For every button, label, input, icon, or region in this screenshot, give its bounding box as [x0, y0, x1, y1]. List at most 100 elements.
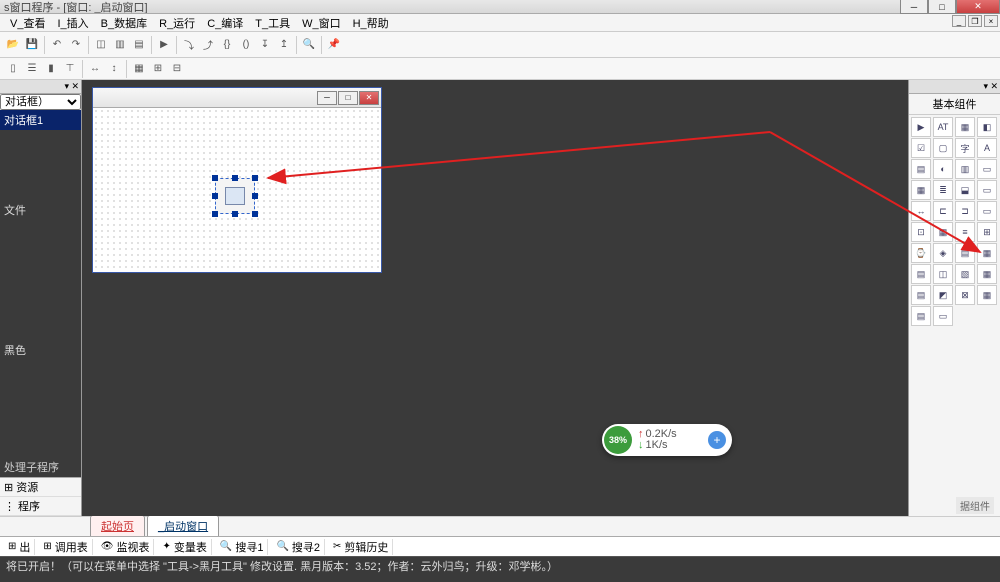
palette-item-11[interactable]: ▭ — [977, 159, 997, 179]
form-max-icon[interactable]: □ — [338, 91, 358, 105]
resize-handle-nw[interactable] — [212, 175, 218, 181]
layout2-icon[interactable]: ▥ — [111, 36, 129, 54]
tab-startup-window[interactable]: _启动窗口 — [147, 515, 219, 536]
menu-view[interactable]: V_查看 — [4, 15, 51, 31]
close-button[interactable]: ✕ — [956, 0, 1000, 14]
palette-item-29[interactable]: ◫ — [933, 264, 953, 284]
bt-watch[interactable]: 👁监视表 — [97, 539, 155, 555]
palette-item-20[interactable]: ⊡ — [911, 222, 931, 242]
palette-item-34[interactable]: ⊠ — [955, 285, 975, 305]
grid1-icon[interactable]: ▦ — [130, 60, 148, 78]
find-icon[interactable]: 🔍 — [300, 36, 318, 54]
mdi-min-icon[interactable]: _ — [952, 15, 966, 27]
step4-icon[interactable]: () — [237, 36, 255, 54]
palette-item-6[interactable]: 字 — [955, 138, 975, 158]
grid2-icon[interactable]: ⊞ — [149, 60, 167, 78]
proc-label[interactable]: 处理子程序 — [0, 457, 81, 477]
bt-output[interactable]: ⊞出 — [4, 539, 35, 555]
palette-item-8[interactable]: ▤ — [911, 159, 931, 179]
palette-item-24[interactable]: ⌚ — [911, 243, 931, 263]
palette-item-27[interactable]: ▦ — [977, 243, 997, 263]
dist-v-icon[interactable]: ↕ — [105, 60, 123, 78]
bt-vars[interactable]: ✦变量表 — [158, 539, 211, 555]
object-tree[interactable]: 对话框1 文件 黑色 — [0, 110, 81, 457]
bt-cliphist[interactable]: ✂剪辑历史 — [329, 539, 393, 555]
run-icon[interactable]: ▶ — [155, 36, 173, 54]
tab-start[interactable]: 起始页 — [90, 515, 145, 536]
menu-database[interactable]: B_数据库 — [95, 15, 153, 31]
palette-item-15[interactable]: ▭ — [977, 180, 997, 200]
menu-window[interactable]: W_窗口 — [296, 15, 347, 31]
palette-item-36[interactable]: ▤ — [911, 306, 931, 326]
palette-item-12[interactable]: ▦ — [911, 180, 931, 200]
redo-icon[interactable]: ↷ — [67, 36, 85, 54]
step5-icon[interactable]: ↧ — [256, 36, 274, 54]
palette-item-28[interactable]: ▤ — [911, 264, 931, 284]
network-speed-widget[interactable]: 38% 0.2K/s 1K/s + — [602, 424, 732, 456]
palette-item-32[interactable]: ▤ — [911, 285, 931, 305]
palette-item-18[interactable]: ⊐ — [955, 201, 975, 221]
layout3-icon[interactable]: ▤ — [130, 36, 148, 54]
pin-icon[interactable]: 📌 — [325, 36, 343, 54]
align-top-icon[interactable]: ⊤ — [61, 60, 79, 78]
palette-item-26[interactable]: ▤ — [955, 243, 975, 263]
resize-handle-e[interactable] — [252, 193, 258, 199]
palette-item-17[interactable]: ⊏ — [933, 201, 953, 221]
step6-icon[interactable]: ↥ — [275, 36, 293, 54]
nav-resource[interactable]: ⊞ 资源 — [0, 478, 81, 497]
speed-add-button[interactable]: + — [708, 431, 726, 449]
palette-item-37[interactable]: ▭ — [933, 306, 953, 326]
form-close-icon[interactable]: ✕ — [359, 91, 379, 105]
selected-component[interactable] — [215, 178, 255, 214]
palette-item-16[interactable]: ↔ — [911, 201, 931, 221]
palette-item-33[interactable]: ◩ — [933, 285, 953, 305]
grid3-icon[interactable]: ⊟ — [168, 60, 186, 78]
resize-handle-sw[interactable] — [212, 211, 218, 217]
maximize-button[interactable]: □ — [928, 0, 956, 14]
palette-item-13[interactable]: ≣ — [933, 180, 953, 200]
bt-search2[interactable]: 🔍搜寻2 — [272, 539, 325, 555]
palette-item-7[interactable]: A — [977, 138, 997, 158]
align-right-icon[interactable]: ▮ — [42, 60, 60, 78]
form-designer[interactable]: ─ □ ✕ — [92, 87, 382, 273]
align-center-icon[interactable]: ☰ — [23, 60, 41, 78]
minimize-button[interactable]: ─ — [900, 0, 928, 14]
menu-run[interactable]: R_运行 — [153, 15, 201, 31]
palette-item-1[interactable]: AT — [933, 117, 953, 137]
palette-item-3[interactable]: ◧ — [977, 117, 997, 137]
palette-item-31[interactable]: ▦ — [977, 264, 997, 284]
palette-item-0[interactable]: ▶ — [911, 117, 931, 137]
save-icon[interactable]: 💾 — [23, 36, 41, 54]
tree-node-file[interactable]: 文件 — [0, 200, 81, 220]
step3-icon[interactable]: {} — [218, 36, 236, 54]
palette-item-19[interactable]: ▭ — [977, 201, 997, 221]
form-min-icon[interactable]: ─ — [317, 91, 337, 105]
palette-item-22[interactable]: ≡ — [955, 222, 975, 242]
palette-item-21[interactable]: ▦ — [933, 222, 953, 242]
align-left-icon[interactable]: ▯ — [4, 60, 22, 78]
dist-h-icon[interactable]: ↔ — [86, 60, 104, 78]
palette-item-30[interactable]: ▧ — [955, 264, 975, 284]
bt-calltable[interactable]: ⊞调用表 — [39, 539, 92, 555]
open-icon[interactable]: 📂 — [4, 36, 22, 54]
resize-handle-n[interactable] — [232, 175, 238, 181]
design-canvas[interactable]: ─ □ ✕ 38% 0.2K/s — [82, 80, 908, 516]
bt-search1[interactable]: 🔍搜寻1 — [216, 539, 269, 555]
palette-item-35[interactable]: ▦ — [977, 285, 997, 305]
resize-handle-ne[interactable] — [252, 175, 258, 181]
palette-item-5[interactable]: ▢ — [933, 138, 953, 158]
palette-item-10[interactable]: ▥ — [955, 159, 975, 179]
layout1-icon[interactable]: ◫ — [92, 36, 110, 54]
menu-help[interactable]: H_帮助 — [347, 15, 395, 31]
form-type-select[interactable]: 对话框） — [0, 94, 81, 110]
menu-insert[interactable]: I_插入 — [51, 15, 94, 31]
palette-item-25[interactable]: ◈ — [933, 243, 953, 263]
palette-item-9[interactable]: ◐ — [933, 159, 953, 179]
palette-item-4[interactable]: ☑ — [911, 138, 931, 158]
tree-node-black[interactable]: 黑色 — [0, 340, 81, 360]
form-body[interactable] — [93, 108, 381, 272]
mdi-restore-icon[interactable]: ❐ — [968, 15, 982, 27]
resize-handle-se[interactable] — [252, 211, 258, 217]
mdi-close-icon[interactable]: × — [984, 15, 998, 27]
menu-tools[interactable]: T_工具 — [249, 15, 296, 31]
